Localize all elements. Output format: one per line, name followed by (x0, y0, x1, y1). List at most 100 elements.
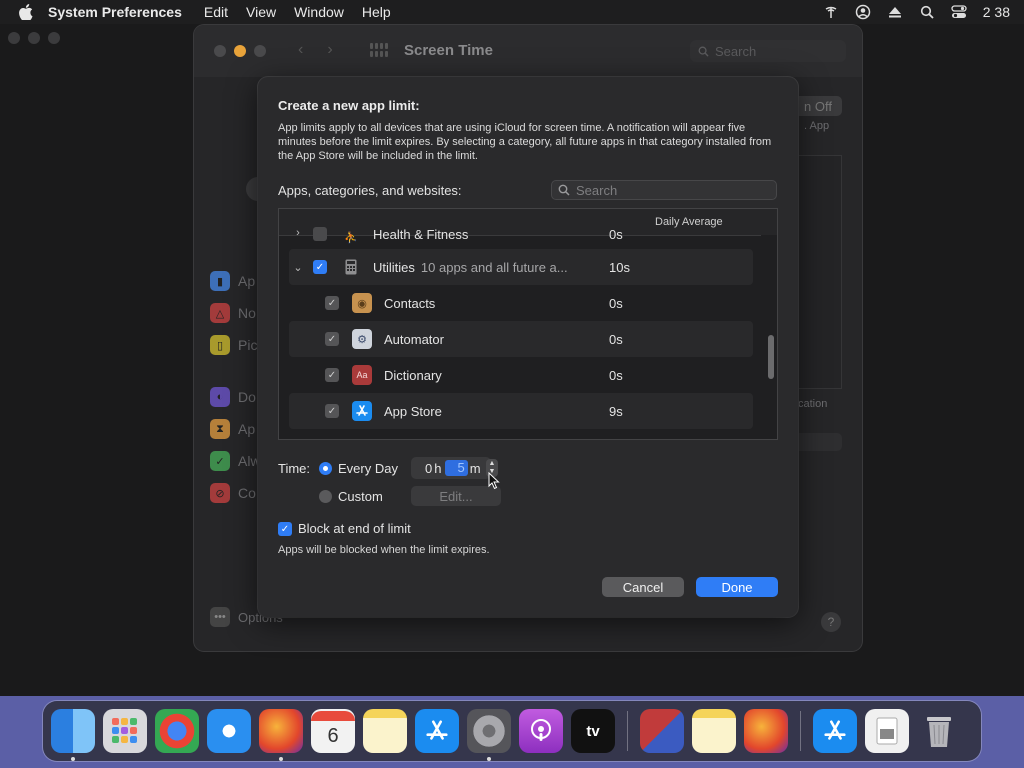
app-checkbox[interactable]: ✓ (325, 368, 339, 382)
menu-help[interactable]: Help (362, 4, 391, 20)
app-store-icon[interactable] (813, 709, 857, 753)
firefox-icon[interactable] (744, 709, 788, 753)
table-row[interactable]: ⌄ ✓ Utilities 10 apps and all future a..… (289, 249, 753, 285)
app-checkbox[interactable]: ✓ (325, 296, 339, 310)
menu-window[interactable]: Window (294, 4, 344, 20)
minimize-button[interactable] (234, 45, 246, 57)
prefs-search-field[interactable]: Search (690, 40, 846, 62)
spotlight-search-icon[interactable] (919, 4, 935, 20)
app-store-icon[interactable] (415, 709, 459, 753)
launchpad-icon[interactable] (103, 709, 147, 753)
finder-icon[interactable] (51, 709, 95, 761)
row-time: 10s (609, 259, 630, 275)
done-button[interactable]: Done (696, 577, 778, 597)
table-rows: › ⛹ Health & Fitness 0s ⌄ ✓ Utilities 10… (279, 227, 759, 429)
time-limit-field[interactable]: 0 h 5 m (411, 457, 491, 479)
app-checkbox[interactable]: ✓ (325, 332, 339, 346)
menu-app-name[interactable]: System Preferences (48, 4, 182, 20)
row-name: Contacts (384, 295, 436, 311)
table-row[interactable]: ✓ ⚙ Automator 0s (289, 321, 753, 357)
firefox-icon[interactable] (259, 709, 303, 761)
sidebar-item-label: No (238, 305, 256, 321)
category-checkbox[interactable] (313, 227, 327, 241)
row-time: 9s (609, 403, 623, 419)
running-figure-icon: ⛹ (344, 231, 358, 244)
calendar-icon[interactable]: 6 (311, 709, 355, 753)
zoom-button[interactable] (254, 45, 266, 57)
notes-icon[interactable] (692, 709, 736, 753)
back-arrow-icon[interactable]: ‹ (298, 41, 303, 59)
custom-label[interactable]: Custom (338, 489, 383, 504)
search-icon (558, 184, 570, 196)
close-button[interactable] (214, 45, 226, 57)
window-title: Screen Time (404, 42, 493, 59)
menu-edit[interactable]: Edit (204, 4, 228, 20)
menu-clock[interactable]: 2 38 (983, 4, 1010, 20)
table-row[interactable]: ✓ Aa Dictionary 0s (289, 357, 753, 393)
apple-menu-icon[interactable] (16, 2, 36, 22)
contacts-icon: ◉ (352, 293, 372, 313)
every-day-label[interactable]: Every Day (338, 461, 398, 476)
podcasts-icon[interactable] (519, 709, 563, 753)
pickup-icon: ▯ (210, 335, 230, 355)
row-name: Automator (384, 331, 444, 347)
apps-search-field[interactable]: Search (551, 180, 777, 200)
table-row[interactable]: ✓ App Store 9s (289, 393, 753, 429)
block-at-end-label[interactable]: Block at end of limit (298, 521, 411, 536)
preview-icon[interactable] (865, 709, 909, 753)
help-button[interactable]: ? (821, 612, 841, 632)
row-time: 0s (609, 295, 623, 311)
parallels-icon[interactable] (640, 709, 684, 753)
navigation-arrows: ‹ › (298, 41, 333, 59)
eject-icon[interactable] (887, 4, 903, 20)
bg-close-button[interactable] (8, 32, 20, 44)
show-all-grid-icon[interactable] (370, 43, 388, 57)
dictionary-icon: Aa (352, 365, 372, 385)
hours-value[interactable]: 0 (425, 461, 432, 476)
antenna-icon[interactable] (823, 4, 839, 20)
table-scrollbar[interactable] (761, 235, 777, 439)
block-at-end-checkbox[interactable]: ✓ (278, 522, 292, 536)
chevron-right-icon[interactable]: › (289, 227, 307, 239)
scrollbar-thumb[interactable] (768, 335, 774, 379)
every-day-radio[interactable] (319, 462, 332, 475)
user-account-icon[interactable] (855, 4, 871, 20)
chevron-down-icon[interactable]: ⌄ (289, 261, 307, 274)
minutes-unit: m (469, 460, 481, 476)
ellipsis-icon: ••• (210, 607, 230, 627)
chrome-icon[interactable] (155, 709, 199, 753)
downtime-icon: ◐ (210, 387, 230, 407)
safari-icon[interactable] (207, 709, 251, 753)
app-store-icon (352, 401, 372, 421)
stepper-up-icon[interactable]: ▲ (489, 460, 496, 468)
sidebar-item-label: Do (238, 389, 256, 405)
turn-off-button[interactable]: n Off (794, 96, 842, 116)
row-time: 0s (609, 367, 623, 383)
right-panel-text: . App (804, 120, 830, 132)
mouse-pointer-icon (488, 472, 500, 490)
right-panel-button[interactable] (794, 433, 842, 451)
app-checkbox[interactable]: ✓ (325, 404, 339, 418)
bg-minimize-button[interactable] (28, 32, 40, 44)
row-name: Health & Fitness (373, 227, 469, 242)
notes-icon[interactable] (363, 709, 407, 753)
bg-zoom-button[interactable] (48, 32, 60, 44)
cancel-button[interactable]: Cancel (602, 577, 684, 597)
row-time: 0s (609, 227, 623, 242)
apple-tv-label: tv (586, 722, 600, 740)
menu-view[interactable]: View (246, 4, 276, 20)
minutes-value[interactable]: 5 (445, 460, 468, 476)
window-controls (214, 45, 266, 57)
chart-icon: ▮ (210, 271, 230, 291)
control-center-icon[interactable] (951, 4, 967, 20)
category-checkbox[interactable]: ✓ (313, 260, 327, 274)
table-row[interactable]: ✓ ◉ Contacts 0s (289, 285, 753, 321)
apple-tv-icon[interactable]: tv (571, 709, 615, 753)
trash-icon[interactable] (917, 709, 961, 753)
forward-arrow-icon[interactable]: › (327, 41, 332, 59)
custom-radio[interactable] (319, 490, 332, 503)
background-window-controls (8, 32, 60, 44)
row-subtitle: 10 apps and all future a... (420, 259, 568, 275)
table-row[interactable]: › ⛹ Health & Fitness 0s (289, 227, 753, 249)
system-preferences-icon[interactable] (467, 709, 511, 761)
